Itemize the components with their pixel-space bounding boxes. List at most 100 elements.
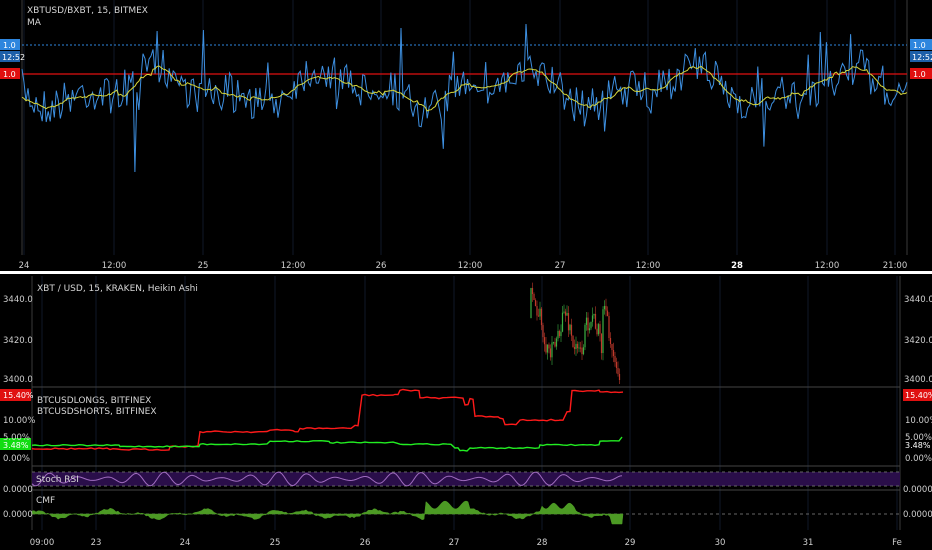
candle-body	[576, 343, 579, 349]
top-xtick: 24	[19, 261, 30, 271]
left-time-badge-text: 12:52	[2, 53, 25, 62]
candle-body	[570, 324, 573, 336]
candle-body	[542, 325, 544, 338]
left-longs-badge-text: 15.40%	[3, 391, 34, 400]
right-longs-badge-text: 15.40%	[905, 391, 932, 400]
top-pane[interactable]: XBTUSD/BXBT, 15, BITMEX MA 1.0 12:52 1.0…	[0, 0, 932, 271]
candle-body	[539, 308, 541, 317]
candle-body	[588, 328, 591, 331]
candle-body	[593, 313, 595, 316]
candle-body	[560, 331, 562, 337]
top-chart-title: XBTUSD/BXBT, 15, BITMEX	[27, 6, 148, 16]
candle-body	[581, 347, 583, 355]
price-ytick-left-0: 3440.0	[3, 295, 33, 305]
candle-body	[582, 347, 585, 355]
candle-body	[533, 294, 535, 300]
bottom-pane[interactable]: XBT / USD, 15, KRAKEN, Heikin Ashi 3440.…	[0, 276, 932, 548]
bottom-xtick: Fe	[892, 538, 902, 548]
left-red-badge-text: 1.0	[3, 70, 16, 79]
candle-body	[587, 317, 589, 331]
candle-body	[549, 348, 552, 358]
price-ytick-right-1: 3420.0	[904, 336, 932, 346]
top-xtick: 28	[731, 261, 743, 271]
rsi-ytick-right: 0.0000	[903, 485, 932, 495]
candle-body	[566, 313, 568, 316]
bottom-xtick: 27	[449, 538, 460, 548]
candle-body	[530, 288, 532, 318]
candle-body	[567, 313, 570, 331]
top-legend-ma: MA	[27, 18, 42, 28]
bottom-xtick: 29	[625, 538, 636, 548]
top-xtick: 12:00	[636, 261, 661, 271]
candle-body	[597, 324, 600, 335]
candle-body	[561, 312, 564, 332]
top-xtick: 12:00	[815, 261, 840, 271]
price-chart-title: XBT / USD, 15, KRAKEN, Heikin Ashi	[37, 284, 198, 294]
candle-body	[612, 350, 615, 356]
bottom-xtick: 31	[803, 538, 814, 548]
right-blue-badge-text: 1.0	[913, 41, 926, 50]
candle-body	[554, 342, 556, 347]
candle-body	[609, 338, 612, 344]
candle-body	[546, 344, 549, 353]
candle-body	[573, 346, 576, 350]
candle-body	[599, 324, 601, 334]
stoch-rsi-label: Stoch RSI	[36, 475, 79, 485]
bottom-xtick: 25	[270, 538, 281, 548]
pane-separator	[0, 271, 932, 274]
bottom-xtick: 09:00	[30, 538, 55, 548]
candle-body	[569, 324, 571, 331]
left-blue-badge-text: 1.0	[3, 41, 16, 50]
candle-body	[605, 305, 607, 311]
candle-body	[540, 308, 543, 326]
candle-body	[536, 306, 538, 316]
candle-body	[543, 337, 546, 345]
bottom-xtick: 24	[180, 538, 191, 548]
price-ytick-left-1: 3420.0	[3, 336, 33, 346]
candle-body	[615, 362, 618, 368]
candle-body	[572, 335, 574, 347]
price-ytick-left-2: 3400.0	[3, 375, 33, 385]
cmf-area	[31, 500, 624, 525]
candle-body	[596, 328, 598, 335]
candle-body	[578, 347, 580, 349]
top-xtick: 26	[376, 261, 387, 271]
cmf-ytick-left: 0.0000	[3, 510, 33, 520]
candle-body	[537, 315, 540, 317]
bottom-x-axis: 09:00 23 24 25 26 27 28 29 30 31 Fe	[30, 538, 902, 548]
candle-body	[614, 356, 616, 362]
bottom-xtick: 30	[715, 538, 726, 548]
candle-body	[531, 288, 534, 294]
longs-ytick-left-0: 10.00%	[3, 416, 35, 426]
longs-ytick-right-2: 0.00%	[905, 454, 932, 464]
shorts-series-label: BTCUSDSHORTS, BITFINEX	[37, 407, 157, 417]
candle-body	[608, 315, 610, 338]
candle-body	[606, 310, 609, 316]
top-x-axis: 24 12:00 25 12:00 26 12:00 27 12:00 28 12:00 21:00	[19, 261, 908, 271]
top-xtick: 27	[555, 261, 566, 271]
bottom-xtick: 26	[360, 538, 371, 548]
candle-body	[602, 309, 604, 354]
heikin-ashi-candles	[530, 282, 621, 384]
price-ytick-right-2: 3400.0	[904, 375, 932, 385]
cmf-label: CMF	[36, 496, 55, 506]
longs-series-label: BTCUSDLONGS, BITFINEX	[37, 396, 151, 406]
candle-body	[558, 330, 561, 337]
candle-body	[555, 338, 558, 347]
candle-body	[557, 330, 559, 339]
candle-body	[563, 311, 565, 313]
candle-body	[618, 374, 621, 380]
candle-body	[551, 342, 553, 358]
candle-body	[600, 333, 603, 354]
candle-body	[552, 342, 555, 344]
price-ytick-right-0: 3440.0	[904, 295, 932, 305]
candle-body	[594, 313, 597, 329]
right-red-badge-text: 1.0	[913, 70, 926, 79]
candle-body	[534, 300, 537, 306]
right-time-badge-text: 12:52	[912, 53, 932, 62]
candle-body	[590, 321, 592, 329]
stoch-rsi-band	[32, 472, 900, 486]
bottom-grid	[41, 276, 898, 530]
longs-ytick-left-2: 0.00%	[3, 454, 30, 464]
top-xtick: 12:00	[102, 261, 127, 271]
